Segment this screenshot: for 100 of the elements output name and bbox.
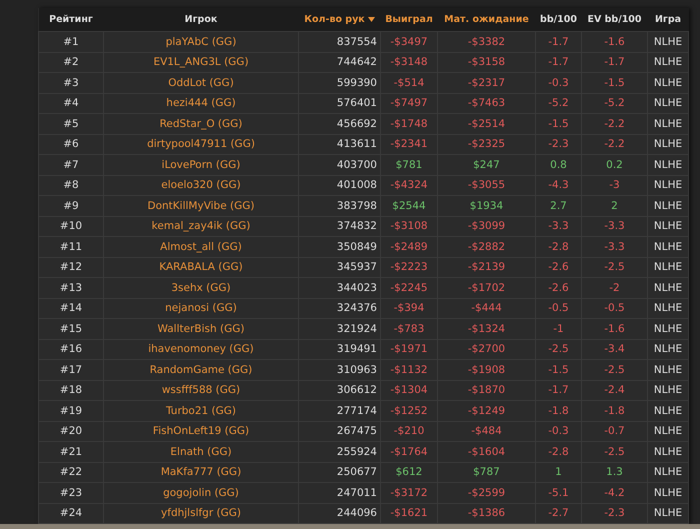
rank-cell: #2 <box>38 52 104 72</box>
player-link[interactable]: RandomGame (GG) <box>104 360 298 380</box>
bb100-cell: -3.3 <box>536 216 582 236</box>
expected-cell: -$2317 <box>438 72 536 93</box>
hands-cell: 255924 <box>298 442 380 462</box>
ev-bb100-cell: -2.4 <box>582 380 648 400</box>
rank-cell: #19 <box>38 400 104 421</box>
column-header[interactable]: Выиграл <box>380 8 438 32</box>
column-header[interactable]: Мат. ожидание <box>438 8 536 32</box>
column-header: bb/100 <box>536 8 582 32</box>
hands-cell: 306612 <box>298 380 380 400</box>
rank-cell: #10 <box>38 216 104 236</box>
bb100-cell: -2.6 <box>536 257 582 278</box>
bb100-cell: -1.5 <box>536 114 582 134</box>
ev-bb100-cell: -3.4 <box>582 339 648 360</box>
bb100-cell: -2.3 <box>536 134 582 154</box>
game-cell: NLHE <box>648 134 688 154</box>
player-link[interactable]: wssfff588 (GG) <box>104 380 298 400</box>
won-cell: -$2245 <box>380 278 438 298</box>
ev-bb100-cell: 2 <box>582 196 648 216</box>
player-link[interactable]: Elnath (GG) <box>104 442 298 462</box>
game-cell: NLHE <box>648 32 688 52</box>
game-cell: NLHE <box>648 154 688 175</box>
bb100-cell: -2.6 <box>536 278 582 298</box>
ev-bb100-cell: -2.2 <box>582 114 648 134</box>
player-link[interactable]: plaYAbC (GG) <box>104 32 298 52</box>
rank-cell: #6 <box>38 134 104 154</box>
player-link[interactable]: Turbo21 (GG) <box>104 400 298 421</box>
bb100-cell: -5.2 <box>536 93 582 114</box>
bb100-cell: -1.5 <box>536 360 582 380</box>
game-cell: NLHE <box>648 72 688 93</box>
expected-cell: -$3099 <box>438 216 536 236</box>
expected-cell: $247 <box>438 154 536 175</box>
hands-cell: 319491 <box>298 339 380 360</box>
expected-cell: -$1604 <box>438 442 536 462</box>
ev-bb100-cell: -2 <box>582 278 648 298</box>
won-cell: -$3108 <box>380 216 438 236</box>
game-cell: NLHE <box>648 360 688 380</box>
hands-cell: 837554 <box>298 32 380 52</box>
player-link[interactable]: OddLot (GG) <box>104 72 298 93</box>
player-link[interactable]: FishOnLeft19 (GG) <box>104 421 298 442</box>
player-link[interactable]: gogojolin (GG) <box>104 482 298 503</box>
rank-cell: #4 <box>38 93 104 114</box>
won-cell: -$2223 <box>380 257 438 278</box>
expected-cell: -$2514 <box>438 114 536 134</box>
column-header[interactable]: Кол-во рук <box>298 8 380 32</box>
player-link[interactable]: 3sehx (GG) <box>104 278 298 298</box>
hands-cell: 350849 <box>298 236 380 257</box>
rank-cell: #17 <box>38 360 104 380</box>
player-link[interactable]: KARABALA (GG) <box>104 257 298 278</box>
player-link[interactable]: RedStar_O (GG) <box>104 114 298 134</box>
player-link[interactable]: MaKfa777 (GG) <box>104 462 298 482</box>
game-cell: NLHE <box>648 482 688 503</box>
hands-cell: 576401 <box>298 93 380 114</box>
player-link[interactable]: iLovePorn (GG) <box>104 154 298 175</box>
expected-cell: $787 <box>438 462 536 482</box>
expected-cell: -$444 <box>438 298 536 318</box>
game-cell: NLHE <box>648 196 688 216</box>
rank-cell: #16 <box>38 339 104 360</box>
rank-cell: #22 <box>38 462 104 482</box>
hands-cell: 321924 <box>298 318 380 339</box>
player-link[interactable]: hezi444 (GG) <box>104 93 298 114</box>
game-cell: NLHE <box>648 236 688 257</box>
won-cell: $612 <box>380 462 438 482</box>
ev-bb100-cell: -2.5 <box>582 257 648 278</box>
expected-cell: -$484 <box>438 421 536 442</box>
won-cell: -$3148 <box>380 52 438 72</box>
rank-cell: #5 <box>38 114 104 134</box>
player-link[interactable]: Almost_all (GG) <box>104 236 298 257</box>
hands-cell: 403700 <box>298 154 380 175</box>
ev-bb100-cell: -1.6 <box>582 32 648 52</box>
rank-cell: #11 <box>38 236 104 257</box>
rank-cell: #23 <box>38 482 104 503</box>
rank-cell: #12 <box>38 257 104 278</box>
column-header: Игрок <box>104 8 298 32</box>
won-cell: -$3172 <box>380 482 438 503</box>
player-link[interactable]: eloelo320 (GG) <box>104 175 298 196</box>
expected-cell: -$1908 <box>438 360 536 380</box>
player-link[interactable]: DontKillMyVibe (GG) <box>104 196 298 216</box>
game-cell: NLHE <box>648 93 688 114</box>
won-cell: -$2489 <box>380 236 438 257</box>
player-link[interactable]: ihavenomoney (GG) <box>104 339 298 360</box>
player-link[interactable]: nejanosi (GG) <box>104 298 298 318</box>
hands-cell: 401008 <box>298 175 380 196</box>
game-cell: NLHE <box>648 400 688 421</box>
bb100-cell: -1.7 <box>536 52 582 72</box>
player-link[interactable]: WallterBish (GG) <box>104 318 298 339</box>
game-cell: NLHE <box>648 175 688 196</box>
player-link[interactable]: dirtypool47911 (GG) <box>104 134 298 154</box>
bb100-cell: -5.1 <box>536 482 582 503</box>
player-link[interactable]: EV1L_ANG3L (GG) <box>104 52 298 72</box>
rank-cell: #13 <box>38 278 104 298</box>
expected-cell: -$1702 <box>438 278 536 298</box>
bb100-cell: -1.8 <box>536 400 582 421</box>
player-link[interactable]: kemal_zay4ik (GG) <box>104 216 298 236</box>
game-cell: NLHE <box>648 52 688 72</box>
column-header: Игра <box>648 8 688 32</box>
game-cell: NLHE <box>648 298 688 318</box>
hands-cell: 345937 <box>298 257 380 278</box>
won-cell: -$394 <box>380 298 438 318</box>
